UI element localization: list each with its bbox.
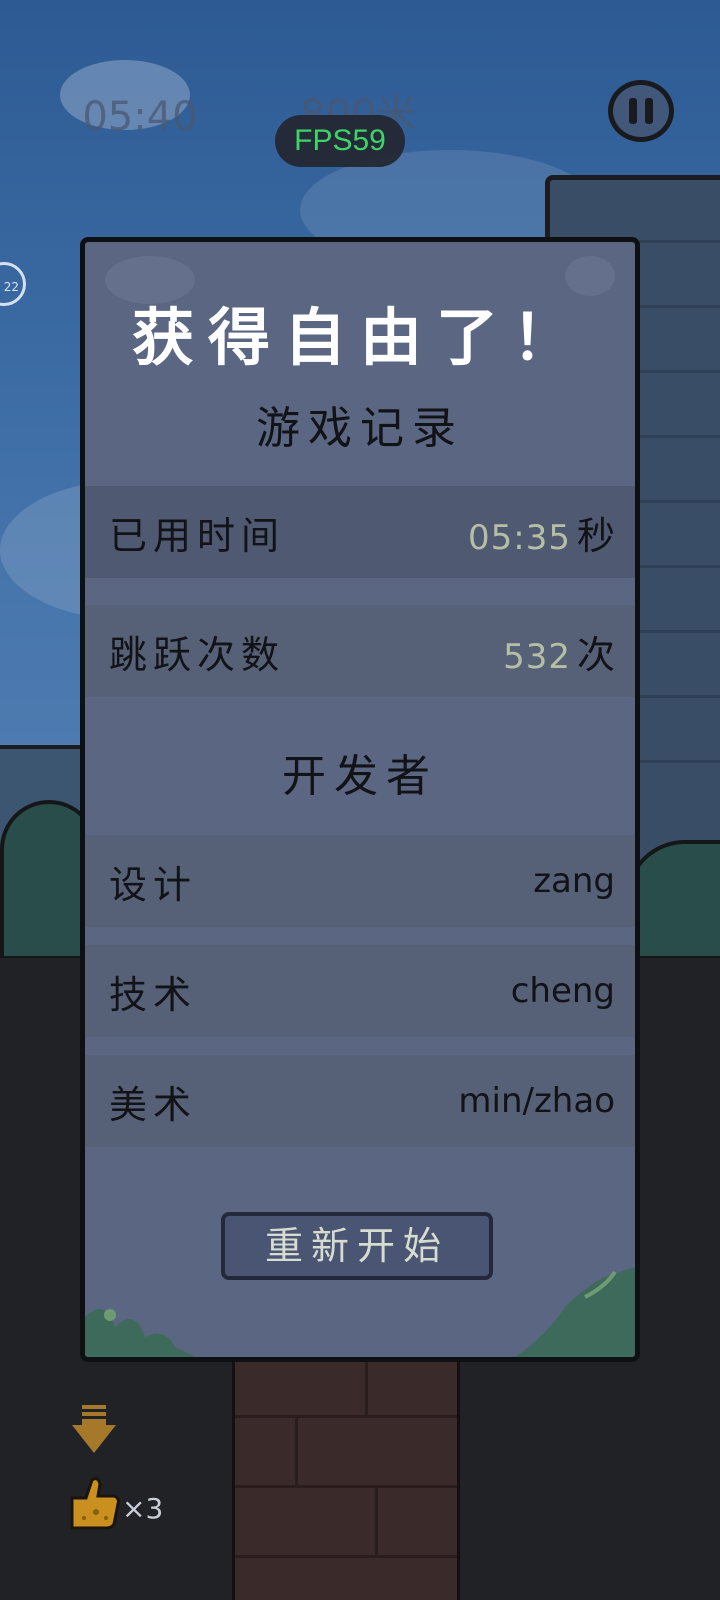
developer-name: zang [533,861,615,901]
grass-decoration [515,1267,635,1357]
record-header: 游戏记录 [256,403,464,454]
victory-dialog: 获得自由了！ 游戏记录 已用时间 05:35 秒 跳跃次数 532 次 开发者 … [80,237,640,1362]
grass-decoration [85,1309,195,1357]
pause-icon-bar [645,98,653,124]
hud-timer: 05:40 [82,94,198,140]
developer-role: 美术 [109,1082,198,1127]
record-label: 已用时间 [109,513,286,558]
record-label: 跳跃次数 [109,632,286,677]
pause-icon [629,98,637,124]
developer-row: 美术 min/zhao [85,1055,635,1147]
fps-counter: FPS59 [275,115,405,167]
developer-role: 技术 [109,972,198,1017]
developer-row: 技术 cheng [85,945,635,1037]
record-value: 532 次 [503,624,615,679]
tree-trunk [232,1355,460,1600]
pause-button[interactable] [608,80,674,142]
developer-role: 设计 [109,862,198,907]
record-row-jumps: 跳跃次数 532 次 [85,605,635,697]
item-count: ×3 [122,1492,164,1525]
dialog-title: 获得自由了！ [131,301,588,374]
developer-name: cheng [510,971,615,1011]
developer-header: 开发者 [282,751,438,802]
record-number: 05:35 [468,517,571,558]
developer-name: min/zhao [458,1081,615,1121]
thumbs-up-icon[interactable] [66,1474,122,1530]
down-arrow-icon[interactable] [72,1405,116,1455]
record-unit: 次 [576,632,615,677]
record-unit: 秒 [576,513,615,558]
record-number: 532 [503,636,571,677]
restart-button[interactable]: 重新开始 [221,1212,493,1280]
developer-row: 设计 zang [85,835,635,927]
record-value: 05:35 秒 [468,505,615,560]
record-row-time: 已用时间 05:35 秒 [85,486,635,578]
